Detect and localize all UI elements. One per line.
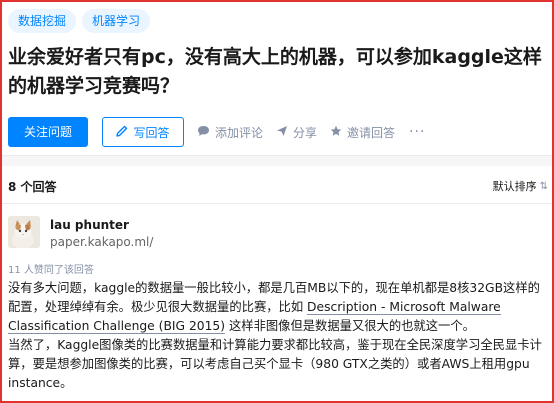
- sort-arrows-icon: ⇅: [539, 180, 548, 192]
- pencil-icon: [116, 125, 128, 140]
- add-comment-label: 添加评论: [215, 125, 264, 140]
- sort-label: 默认排序: [492, 180, 537, 193]
- topic-tag-machine-learning[interactable]: 机器学习: [82, 9, 151, 33]
- add-comment-button[interactable]: 添加评论: [197, 124, 263, 141]
- sort-dropdown[interactable]: 默认排序 ⇅: [493, 178, 548, 194]
- question-card: 数据挖掘 机器学习 业余爱好者只有pc，没有高大上的机器，可以参加kaggle这…: [2, 2, 552, 156]
- invite-answer-button[interactable]: 邀请回答: [330, 124, 395, 141]
- star-icon: [330, 125, 342, 140]
- answer-paragraph-2: 当然了，Kaggle图像类的比赛数据量和计算能力要求都比较高，鉴于现在全民深度学…: [8, 338, 542, 390]
- comment-icon: [197, 125, 210, 140]
- author-avatar[interactable]: [8, 216, 40, 248]
- answer-count: 8 个回答: [8, 180, 57, 194]
- vote-count: 11 人赞同了该回答: [8, 265, 94, 276]
- author-name[interactable]: lau phunter: [50, 218, 129, 232]
- more-actions-button[interactable]: ···: [409, 124, 425, 140]
- share-label: 分享: [293, 125, 318, 140]
- invite-answer-label: 邀请回答: [347, 125, 396, 140]
- author-headline: paper.kakapo.ml/: [50, 235, 154, 249]
- write-answer-button[interactable]: 写回答: [102, 117, 184, 147]
- follow-question-button[interactable]: 关注问题: [8, 117, 88, 147]
- write-answer-label: 写回答: [133, 125, 170, 140]
- topic-tag-data-mining[interactable]: 数据挖掘: [8, 9, 77, 33]
- question-title: 业余爱好者只有pc，没有高大上的机器，可以参加kaggle这样的机器学习竞赛吗？: [8, 46, 542, 97]
- answer-text-2: 这样非图像但是数据量又很大的也就这一个。: [225, 319, 475, 333]
- share-icon: [276, 125, 288, 140]
- answers-header: 8 个回答 默认排序 ⇅: [2, 166, 552, 204]
- answer-paragraph-1: 没有多大问题，kaggle的数据量一般比较小，都是几百MB以下的，现在单机都是8…: [8, 279, 546, 336]
- share-button[interactable]: 分享: [276, 124, 317, 141]
- answer-content: 没有多大问题，kaggle的数据量一般比较小，都是几百MB以下的，现在单机都是8…: [8, 279, 546, 393]
- question-actions: 关注问题 写回答 添加评论 分享 邀请回答 ···: [8, 117, 425, 147]
- answers-card: 8 个回答 默认排序 ⇅ lau phunter paper.kakapo.ml…: [2, 166, 552, 401]
- topic-list: 数据挖掘 机器学习: [8, 9, 151, 33]
